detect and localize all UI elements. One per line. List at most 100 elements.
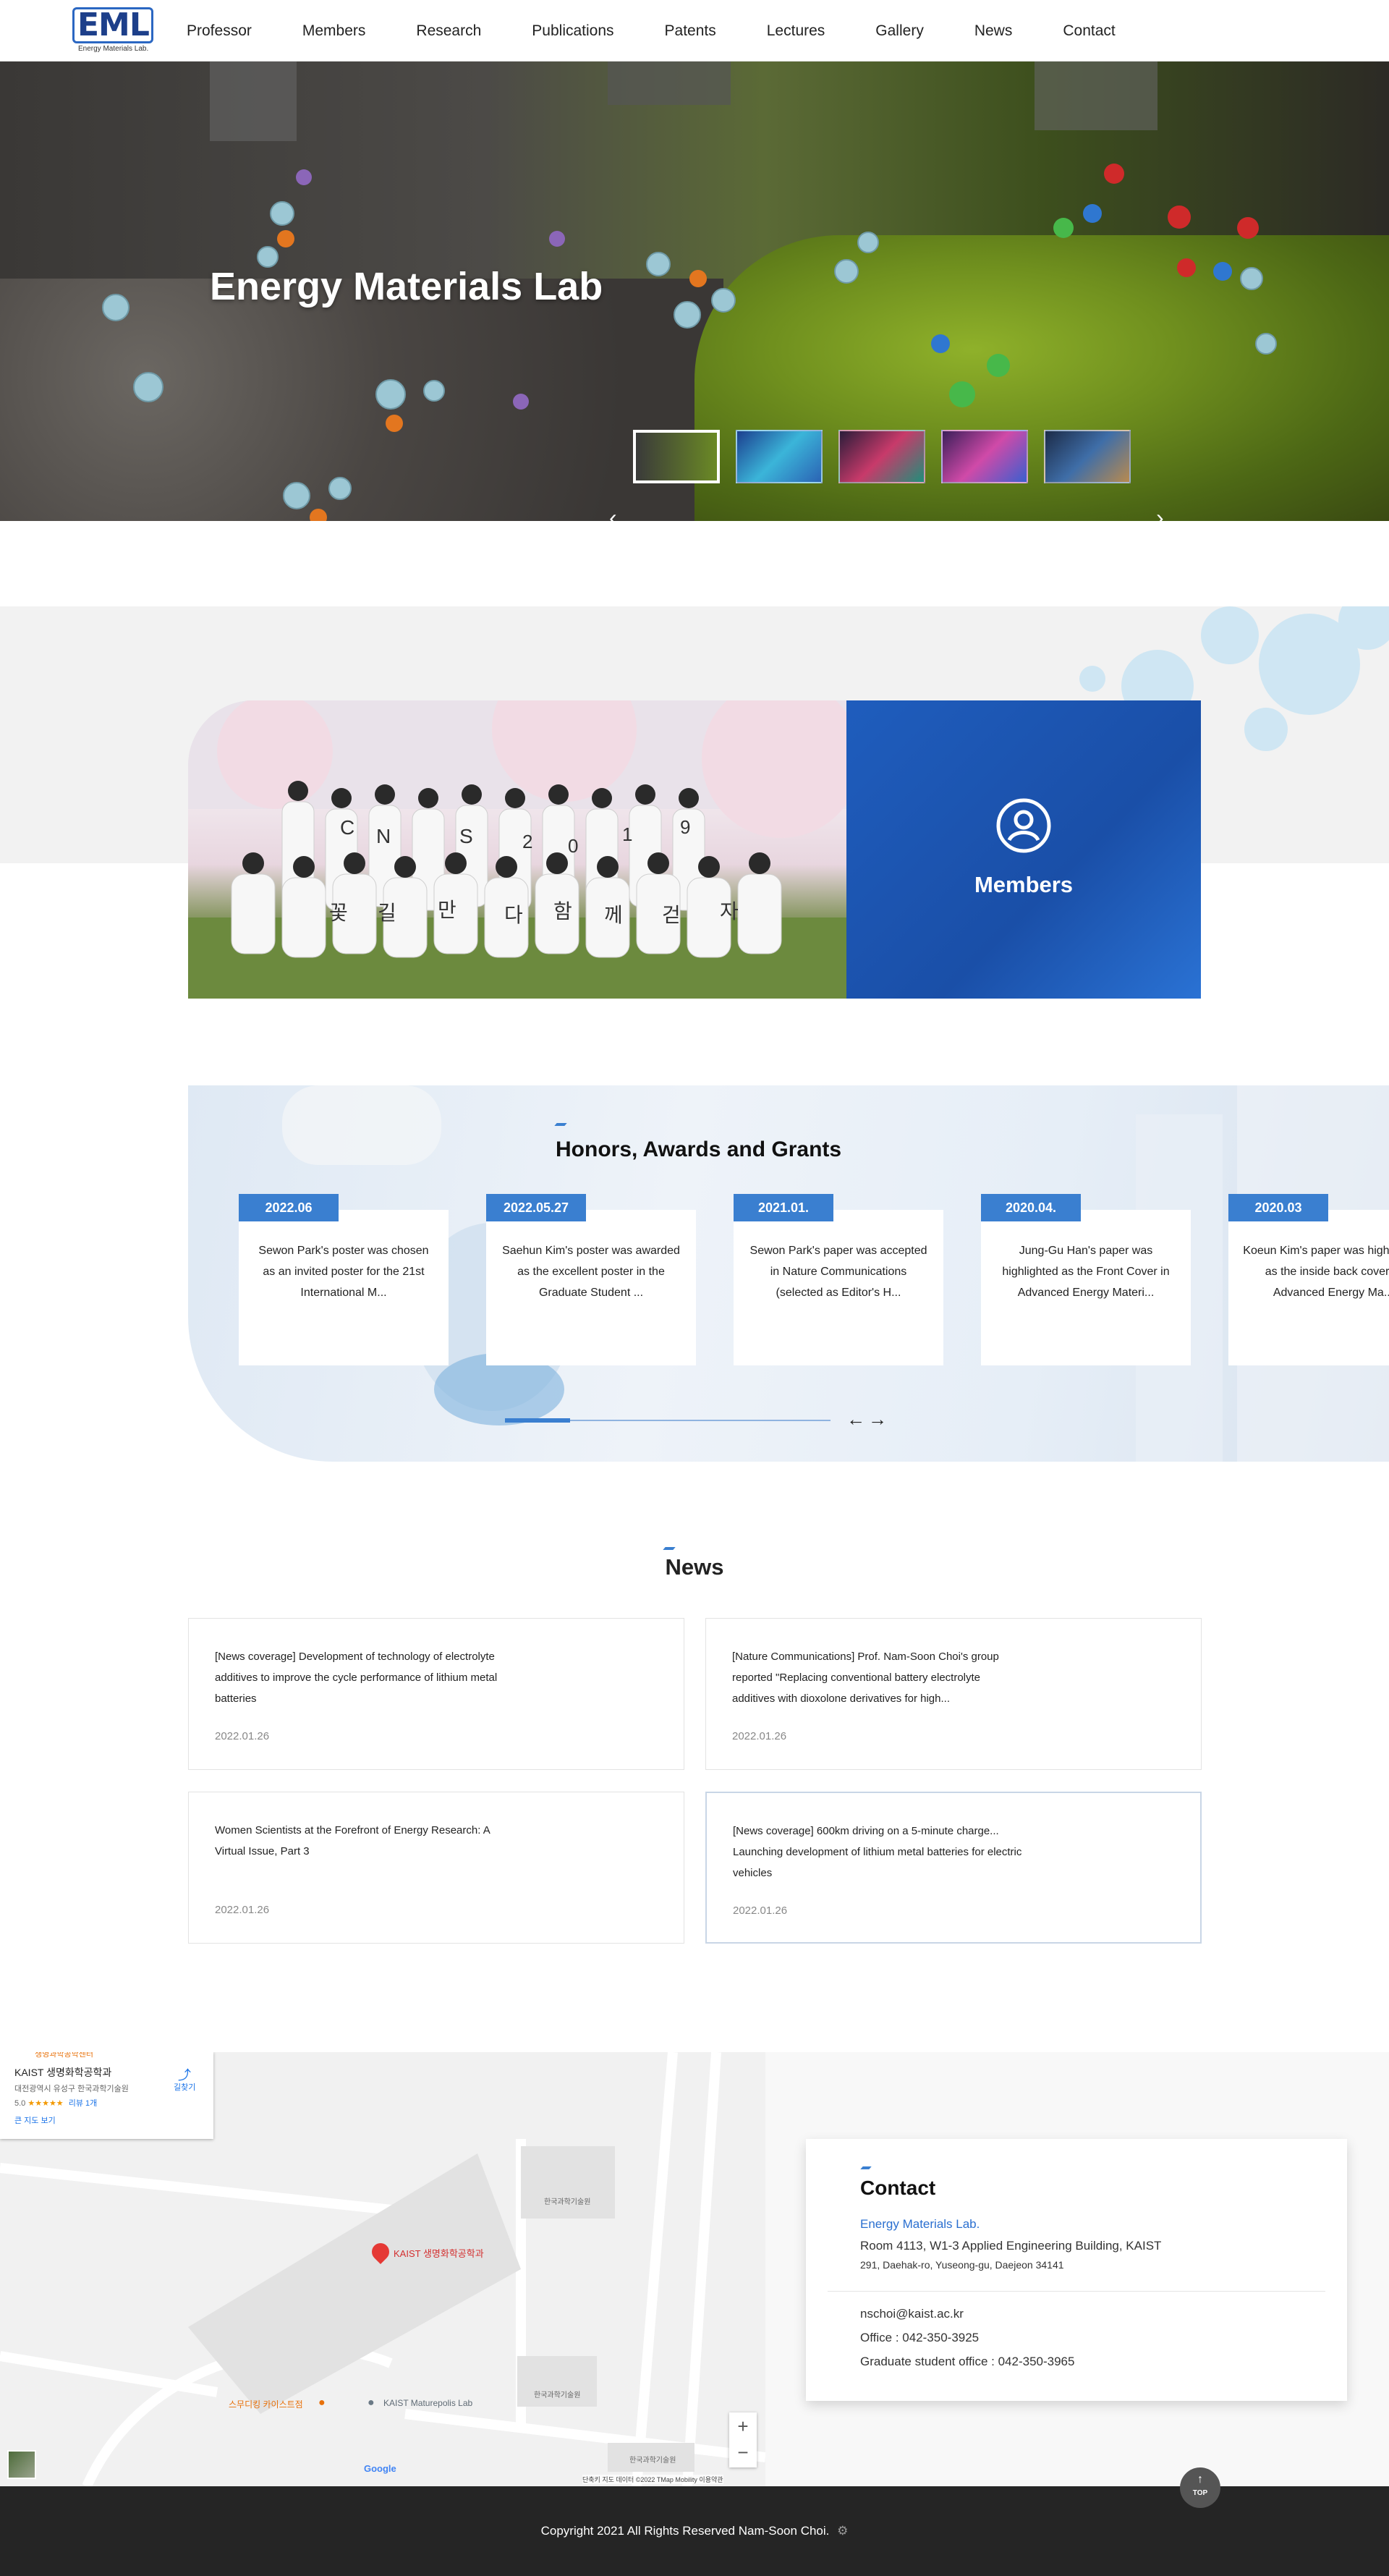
sign-2: N bbox=[376, 825, 391, 847]
map-marker-label: KAIST 생명화학공학과 bbox=[394, 2248, 484, 2259]
contact-address-line1: Room 4113, W1-3 Applied Engineering Buil… bbox=[860, 2239, 1162, 2253]
top-label: TOP bbox=[1192, 2489, 1208, 2497]
contact-divider bbox=[828, 2291, 1325, 2292]
hero-title: Energy Materials Lab bbox=[210, 265, 603, 308]
site-header: EML Energy Materials Lab. Professor Memb… bbox=[0, 0, 1389, 62]
star-rating-icon: ★★★★★ bbox=[27, 2099, 64, 2108]
main-nav: Professor Members Research Publications … bbox=[187, 0, 1116, 62]
news-card-title: [News coverage] 600km driving on a 5-min… bbox=[733, 1825, 1022, 1879]
nav-members[interactable]: Members bbox=[302, 22, 366, 40]
gear-icon[interactable]: ⚙ bbox=[837, 2524, 848, 2538]
sign-14: 걷 bbox=[662, 904, 681, 926]
sign-7: 9 bbox=[680, 816, 691, 838]
map-attribution: 단축키 지도 데이터 ©2022 TMap Mobility 이용약관 bbox=[582, 2475, 723, 2484]
honor-date: 2022.05.27 bbox=[486, 1194, 586, 1221]
nav-contact[interactable]: Contact bbox=[1063, 22, 1115, 40]
news-card-date: 2022.01.26 bbox=[215, 1904, 270, 1916]
news-card-title: [News coverage] Development of technolog… bbox=[215, 1651, 498, 1705]
honors-prev-arrow[interactable]: ← bbox=[846, 1408, 865, 1431]
news-card-date: 2022.01.26 bbox=[733, 1905, 788, 1917]
back-to-top-button[interactable]: ↑ TOP bbox=[1180, 2467, 1220, 2508]
map-place-card: KAIST 생명화학공학과 대전광역시 유성구 한국과학기술원 5.0 ★★★★… bbox=[0, 2052, 213, 2139]
hero-next-arrow[interactable]: › bbox=[1156, 504, 1164, 521]
sign-6: 1 bbox=[622, 823, 633, 845]
honor-date: 2022.06 bbox=[239, 1194, 339, 1221]
news-card[interactable]: [Nature Communications] Prof. Nam-Soon C… bbox=[705, 1618, 1202, 1770]
honor-card[interactable]: 2022.06 Sewon Park's poster was chosen a… bbox=[239, 1194, 449, 1365]
hero-prev-arrow[interactable]: ‹ bbox=[609, 504, 617, 521]
nav-lectures[interactable]: Lectures bbox=[767, 22, 825, 40]
contact-grad-phone: Graduate student office : 042-350-3965 bbox=[860, 2355, 1075, 2368]
honor-card[interactable]: 2022.05.27 Saehun Kim's poster was award… bbox=[486, 1194, 696, 1365]
sign-13: 께 bbox=[604, 904, 623, 926]
map-satellite-toggle[interactable] bbox=[7, 2450, 36, 2479]
map-zoom-in-button[interactable]: + bbox=[729, 2415, 757, 2438]
hero-thumb-2[interactable] bbox=[736, 430, 823, 483]
honor-text: Sewon Park's poster was chosen as an inv… bbox=[258, 1245, 429, 1299]
logo-text: EML bbox=[77, 7, 150, 43]
news-card[interactable]: Women Scientists at the Forefront of Ene… bbox=[188, 1792, 684, 1944]
honor-card[interactable]: 2021.01. Sewon Park's paper was accepted… bbox=[734, 1194, 943, 1365]
sign-15: 자 bbox=[720, 900, 739, 923]
honor-card[interactable]: 2020.03 Koeun Kim's paper was highlighte… bbox=[1228, 1194, 1389, 1365]
nav-patents[interactable]: Patents bbox=[665, 22, 716, 40]
nav-research[interactable]: Research bbox=[416, 22, 481, 40]
map-reviews-link[interactable]: 리뷰 1개 bbox=[69, 2099, 98, 2108]
hero-thumb-1[interactable] bbox=[633, 430, 720, 483]
contact-title: Contact bbox=[860, 2177, 936, 2199]
hero-thumb-5[interactable] bbox=[1044, 430, 1131, 483]
sign-10: 만 bbox=[438, 899, 456, 921]
sign-11: 다 bbox=[504, 904, 523, 926]
logo[interactable]: EML Energy Materials Lab. bbox=[71, 6, 158, 54]
map-directions-link[interactable]: 길찾기 bbox=[174, 2081, 195, 2093]
hero-thumb-3[interactable] bbox=[838, 430, 925, 483]
logo-mark: EML bbox=[72, 7, 153, 43]
arrow-up-icon: ↑ bbox=[1197, 2473, 1203, 2486]
google-logo: Google bbox=[364, 2463, 396, 2474]
members-group-photo: C N S 2 0 1 9 꽃 길 만 다 함 께 걷 자 bbox=[188, 700, 846, 999]
contact-office-phone: Office : 042-350-3925 bbox=[860, 2331, 980, 2344]
map-building-label: 한국과학기술원 bbox=[544, 2198, 591, 2206]
honor-card[interactable]: 2020.04. Jung-Gu Han's paper was highlig… bbox=[981, 1194, 1191, 1365]
members-link-card[interactable]: Members bbox=[846, 700, 1201, 999]
hero-thumb-4[interactable] bbox=[941, 430, 1028, 483]
honor-text: Saehun Kim's poster was awarded as the e… bbox=[502, 1245, 680, 1299]
map-zoom-out-button[interactable]: − bbox=[729, 2441, 757, 2464]
map-poi-smoothie: 스무디킹 카이스트점 bbox=[229, 2399, 303, 2410]
honor-date: 2020.04. bbox=[981, 1194, 1081, 1221]
sign-5: 0 bbox=[568, 835, 579, 857]
nav-news[interactable]: News bbox=[974, 22, 1013, 40]
nav-publications[interactable]: Publications bbox=[532, 22, 613, 40]
embedded-map[interactable]: KAIST 생명화학공학과 대전광역시 유성구 한국과학기술원 5.0 ★★★★… bbox=[0, 2052, 765, 2486]
map-building-label: 한국과학기술원 bbox=[534, 2391, 581, 2399]
cafe-icon: ● bbox=[318, 2397, 326, 2409]
map-top-label: 생명과학공학센터 bbox=[35, 2052, 93, 2059]
map-rating-value: 5.0 bbox=[14, 2099, 26, 2108]
honor-text: Sewon Park's paper was accepted in Natur… bbox=[749, 1245, 927, 1299]
map-zoom-controls: + − bbox=[729, 2412, 757, 2467]
sign-8: 꽃 bbox=[329, 902, 348, 924]
site-footer: Copyright 2021 All Rights Reserved Nam-S… bbox=[0, 2486, 1389, 2576]
honor-text: Koeun Kim's paper was highlighted as the… bbox=[1243, 1245, 1389, 1299]
contact-lab-name: Energy Materials Lab. bbox=[860, 2217, 980, 2231]
news-title: News bbox=[665, 1554, 724, 1580]
news-card[interactable]: [News coverage] 600km driving on a 5-min… bbox=[705, 1792, 1202, 1944]
map-place-name: KAIST 생명화학공학과 bbox=[14, 2067, 112, 2078]
nav-professor[interactable]: Professor bbox=[187, 22, 252, 40]
contact-accent-mark bbox=[860, 2166, 872, 2169]
honor-date: 2020.03 bbox=[1228, 1194, 1328, 1221]
group-photo-figures bbox=[188, 700, 846, 999]
map-bigger-link[interactable]: 큰 지도 보기 bbox=[14, 2114, 56, 2126]
honors-section: Honors, Awards and Grants 2022.06 Sewon … bbox=[188, 1085, 1389, 1462]
hero-thumbnails bbox=[633, 430, 1131, 483]
honors-next-arrow[interactable]: → bbox=[868, 1408, 887, 1431]
contact-address-line2: 291, Daehak-ro, Yuseong-gu, Daejeon 3414… bbox=[860, 2259, 1064, 2271]
user-circle-icon bbox=[996, 798, 1051, 853]
news-card-title: [Nature Communications] Prof. Nam-Soon C… bbox=[732, 1651, 999, 1705]
map-poi-maturepolis: KAIST Maturepolis Lab bbox=[383, 2398, 473, 2408]
sign-3: S bbox=[459, 825, 473, 847]
news-card[interactable]: [News coverage] Development of technolog… bbox=[188, 1618, 684, 1770]
sign-1: C bbox=[340, 816, 355, 839]
contact-email[interactable]: nschoi@kaist.ac.kr bbox=[860, 2307, 964, 2321]
nav-gallery[interactable]: Gallery bbox=[875, 22, 924, 40]
